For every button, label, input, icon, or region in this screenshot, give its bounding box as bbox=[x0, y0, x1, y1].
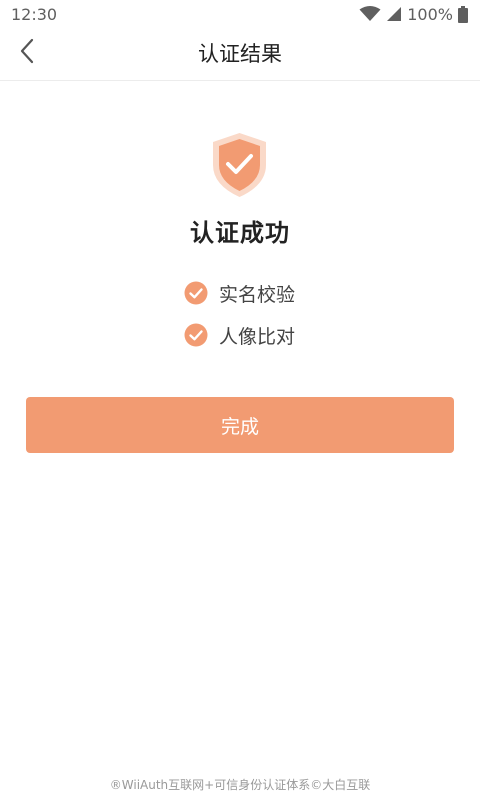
result-title: 认证成功 bbox=[190, 219, 290, 247]
status-time: 12:30 bbox=[11, 4, 58, 24]
signal-icon bbox=[386, 6, 402, 22]
check-list: 实名校验 人像比对 bbox=[184, 279, 384, 363]
check-circle-icon bbox=[184, 323, 208, 347]
battery-text: 100% bbox=[407, 4, 453, 24]
status-icons: 100% bbox=[359, 5, 468, 24]
app-header: 认证结果 bbox=[0, 28, 480, 81]
footer-copyright: ®WiiAuth互联网+可信身份认证体系©大白互联 bbox=[109, 778, 371, 792]
check-label: 实名校验 bbox=[219, 283, 296, 306]
check-circle-icon bbox=[184, 281, 208, 305]
check-item-face-compare: 人像比对 bbox=[184, 321, 384, 349]
screen: 12:30 100% 认证结果 认证成功 实名校验 人像比对 完成 ®WiiAu… bbox=[0, 0, 480, 800]
status-bar: 12:30 100% bbox=[0, 0, 480, 28]
page-title: 认证结果 bbox=[198, 42, 282, 66]
shield-check-icon bbox=[211, 131, 268, 199]
done-button[interactable]: 完成 bbox=[26, 397, 454, 453]
battery-icon bbox=[458, 5, 468, 23]
check-label: 人像比对 bbox=[219, 325, 296, 348]
check-item-real-name: 实名校验 bbox=[184, 279, 384, 307]
wifi-icon bbox=[359, 6, 381, 22]
